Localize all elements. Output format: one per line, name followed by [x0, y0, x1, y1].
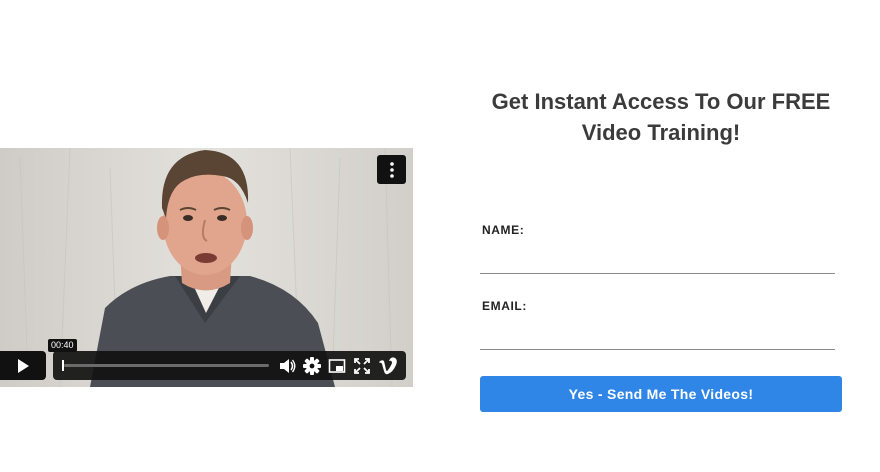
video-player[interactable]: 00:40	[0, 148, 413, 387]
vimeo-logo-icon[interactable]	[378, 357, 398, 375]
video-controls-bar	[53, 351, 406, 380]
name-label: NAME:	[482, 223, 525, 237]
name-field[interactable]	[480, 250, 835, 274]
fullscreen-icon[interactable]	[353, 357, 371, 375]
progress-knob[interactable]	[62, 360, 64, 371]
submit-button[interactable]: Yes - Send Me The Videos!	[480, 376, 842, 412]
more-options-button[interactable]	[377, 155, 406, 184]
email-label: EMAIL:	[482, 299, 527, 313]
play-button[interactable]	[0, 351, 46, 380]
more-vertical-icon	[389, 161, 394, 178]
picture-in-picture-icon[interactable]	[328, 357, 346, 375]
play-icon	[18, 358, 29, 373]
form-headline: Get Instant Access To Our FREE Video Tra…	[491, 89, 831, 145]
volume-icon[interactable]	[278, 357, 296, 375]
gear-icon[interactable]	[303, 357, 321, 375]
progress-bar[interactable]	[64, 364, 269, 367]
email-field[interactable]	[480, 326, 835, 350]
